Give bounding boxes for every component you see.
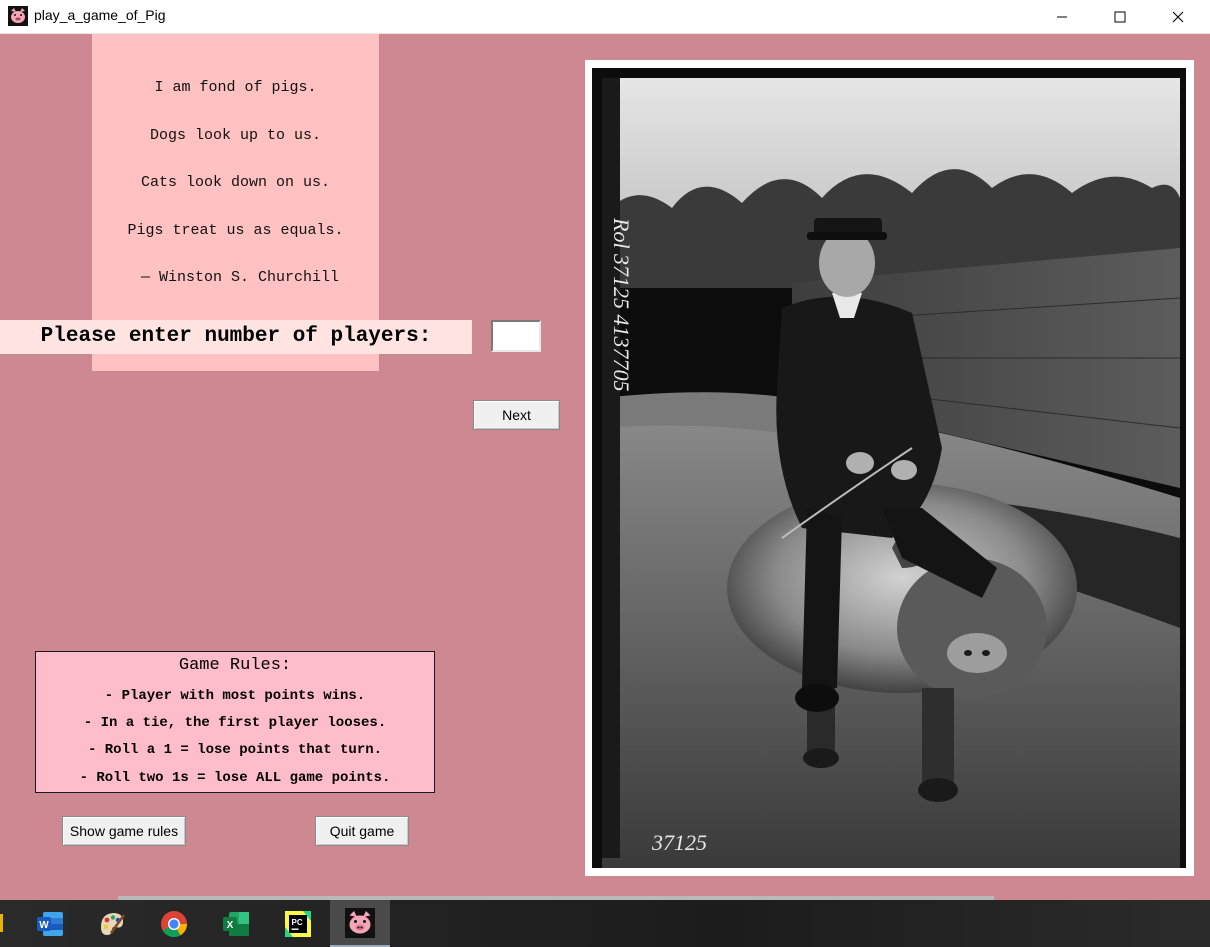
next-button[interactable]: Next (473, 400, 560, 430)
taskbar-pig-game[interactable] (330, 900, 390, 947)
paint-icon (101, 912, 126, 935)
maximize-icon (1114, 11, 1126, 22)
close-icon (1172, 11, 1184, 22)
show-rules-button[interactable]: Show game rules (62, 816, 186, 846)
rules-line: - Roll a 1 = lose points that turn. (87, 742, 383, 758)
quote-line: I am fond of pigs. (154, 79, 317, 96)
taskbar-excel[interactable]: X (206, 900, 266, 947)
pig-game-icon (345, 907, 375, 938)
players-prompt-label: Please enter number of players: (0, 320, 472, 354)
excel-icon: X (223, 911, 249, 936)
photo-frame: Rol 37125 4137705 37125 (585, 60, 1194, 876)
maximize-button[interactable] (1091, 0, 1149, 33)
pycharm-icon: PC (285, 910, 311, 937)
svg-text:PC: PC (292, 918, 303, 927)
quote-line: Dogs look up to us. (149, 127, 322, 144)
taskbar-pycharm[interactable]: PC (268, 900, 328, 947)
quote-attribution: — Winston S. Churchill (131, 269, 340, 286)
game-rules-box: Game Rules: - Player with most points wi… (35, 651, 435, 793)
rules-line: - Player with most points wins. (104, 688, 366, 704)
game-window: I am fond of pigs. Dogs look up to us. C… (0, 34, 1210, 899)
rules-title: Game Rules: (178, 656, 292, 675)
window-title: play_a_game_of_Pig (34, 7, 166, 23)
taskbar-word[interactable]: W (20, 900, 80, 947)
close-button[interactable] (1149, 0, 1207, 33)
svg-text:W: W (39, 920, 49, 931)
taskbar-chrome[interactable] (144, 900, 204, 947)
rules-line: - In a tie, the first player looses. (83, 715, 387, 731)
chrome-icon (161, 910, 188, 937)
quit-game-button[interactable]: Quit game (315, 816, 409, 846)
windows-taskbar: W X PC (0, 900, 1210, 947)
word-icon: W (37, 911, 63, 936)
folder-edge-icon (0, 914, 3, 932)
man-riding-pig-photo: Rol 37125 4137705 37125 (592, 68, 1186, 868)
rules-line: - Roll two 1s = lose ALL game points. (79, 770, 391, 786)
svg-text:X: X (227, 920, 234, 931)
minimize-icon (1057, 16, 1067, 17)
photo-side-caption: Rol 37125 4137705 (609, 217, 634, 392)
photo-illustration: Rol 37125 4137705 37125 (592, 68, 1186, 868)
players-count-input[interactable] (491, 320, 541, 352)
quote-line: Cats look down on us. (140, 174, 331, 191)
pig-face-icon (8, 6, 28, 26)
minimize-button[interactable] (1033, 0, 1091, 33)
photo-bottom-caption: 37125 (651, 830, 707, 855)
quote-line: Pigs treat us as equals. (127, 222, 344, 239)
taskbar-paint[interactable] (82, 900, 142, 947)
title-bar: play_a_game_of_Pig (0, 0, 1210, 34)
